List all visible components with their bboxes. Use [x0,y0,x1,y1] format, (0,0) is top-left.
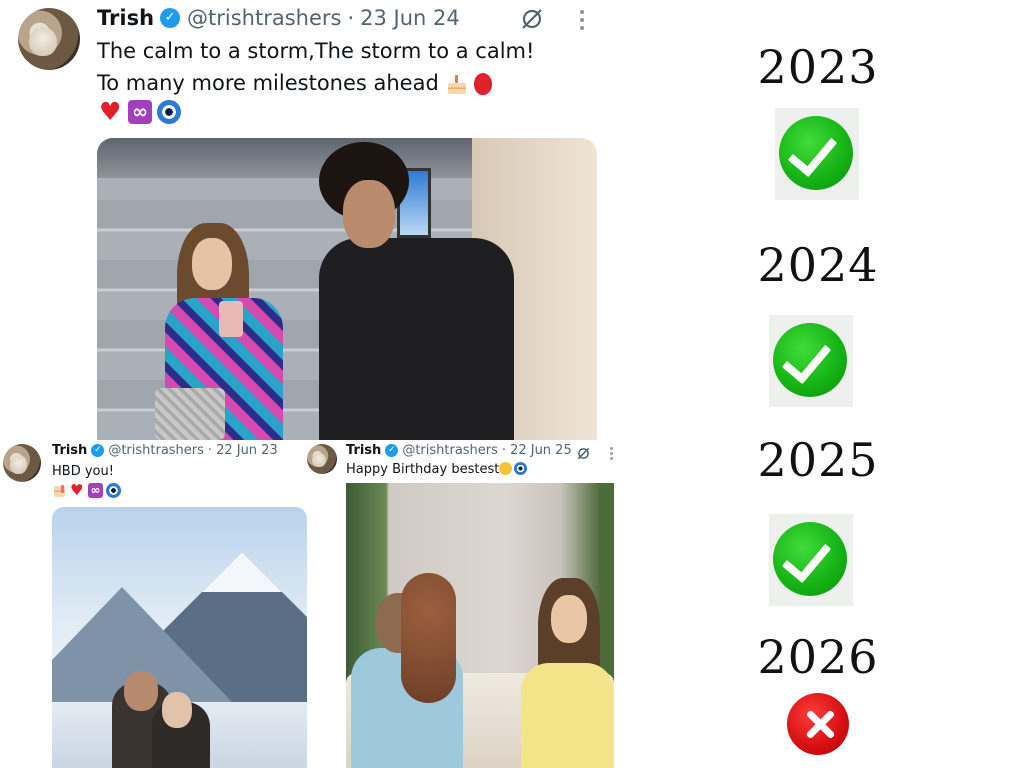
display-name[interactable]: Trish [52,443,87,458]
tweet-text-line-1: The calm to a storm,The storm to a calm! [97,39,535,63]
grok-icon[interactable] [519,6,545,32]
verified-badge-icon: ✓ [160,8,181,28]
main-tweet: Trish ✓ @trishtrashers · 23 Jun 24 The c… [0,0,610,440]
tweet-date[interactable]: 22 Jun 23 [216,443,278,458]
avatar[interactable] [3,444,41,482]
tweet-text-line-2: To many more milestones ahead [97,69,492,97]
separator: · [207,443,213,458]
emoji-row: ♥ ∞ [99,97,181,126]
hugging-face-icon [499,462,513,475]
user-handle[interactable]: @trishtrashers [108,443,204,458]
infinity-icon: ∞ [128,100,152,124]
tweet-photo[interactable] [97,138,597,440]
separator: · [347,6,355,30]
red-balloon-icon [473,73,492,95]
year-label: 2023 [757,40,879,94]
more-options-icon[interactable] [609,447,613,461]
green-check-icon [773,323,847,397]
separator: · [501,443,507,458]
display-name[interactable]: Trish [97,6,154,30]
green-check-icon [773,522,847,596]
avatar[interactable] [307,444,337,474]
user-handle[interactable]: @trishtrashers [187,6,341,30]
tweet-header: Trish ✓ @trishtrashers · 22 Jun 23 [52,443,278,458]
avatar[interactable] [18,8,80,70]
tweet-text: HBD you! [52,464,114,479]
green-check-icon [779,116,853,190]
red-cross-icon [787,693,849,755]
verified-badge-icon: ✓ [91,444,105,457]
red-heart-icon: ♥ [70,481,84,499]
check-box [769,315,853,407]
nazar-amulet-icon [514,462,528,475]
birthday-cake-icon [446,73,468,95]
verified-badge-icon: ✓ [385,444,399,457]
more-options-icon[interactable] [579,10,585,32]
tweet-date[interactable]: 22 Jun 25 [510,443,572,458]
user-handle[interactable]: @trishtrashers [402,443,498,458]
emoji-row: ♥ ∞ [52,483,121,498]
tweet-date[interactable]: 23 Jun 24 [360,6,460,30]
birthday-cake-icon [52,483,67,498]
tweet-text: To many more milestones ahead [97,71,439,95]
check-box [775,108,859,200]
nazar-amulet-icon [106,483,121,498]
tweet-header: Trish ✓ @trishtrashers · 22 Jun 25 [346,443,572,458]
tweet-photo[interactable] [52,507,307,768]
tweet-text-row: Happy Birthday bestest [346,462,528,477]
red-heart-icon: ♥ [99,97,122,126]
tweet-photo[interactable] [346,483,614,768]
tweet-text: Happy Birthday bestest [346,462,500,477]
year-label: 2026 [757,630,879,684]
display-name[interactable]: Trish [346,443,381,458]
tweet-header: Trish ✓ @trishtrashers · 23 Jun 24 [97,6,460,30]
year-label: 2024 [757,238,879,292]
grok-icon[interactable] [576,446,591,461]
year-label: 2025 [757,433,879,487]
infinity-icon: ∞ [88,483,103,498]
check-box [769,514,853,606]
nazar-amulet-icon [157,100,181,124]
